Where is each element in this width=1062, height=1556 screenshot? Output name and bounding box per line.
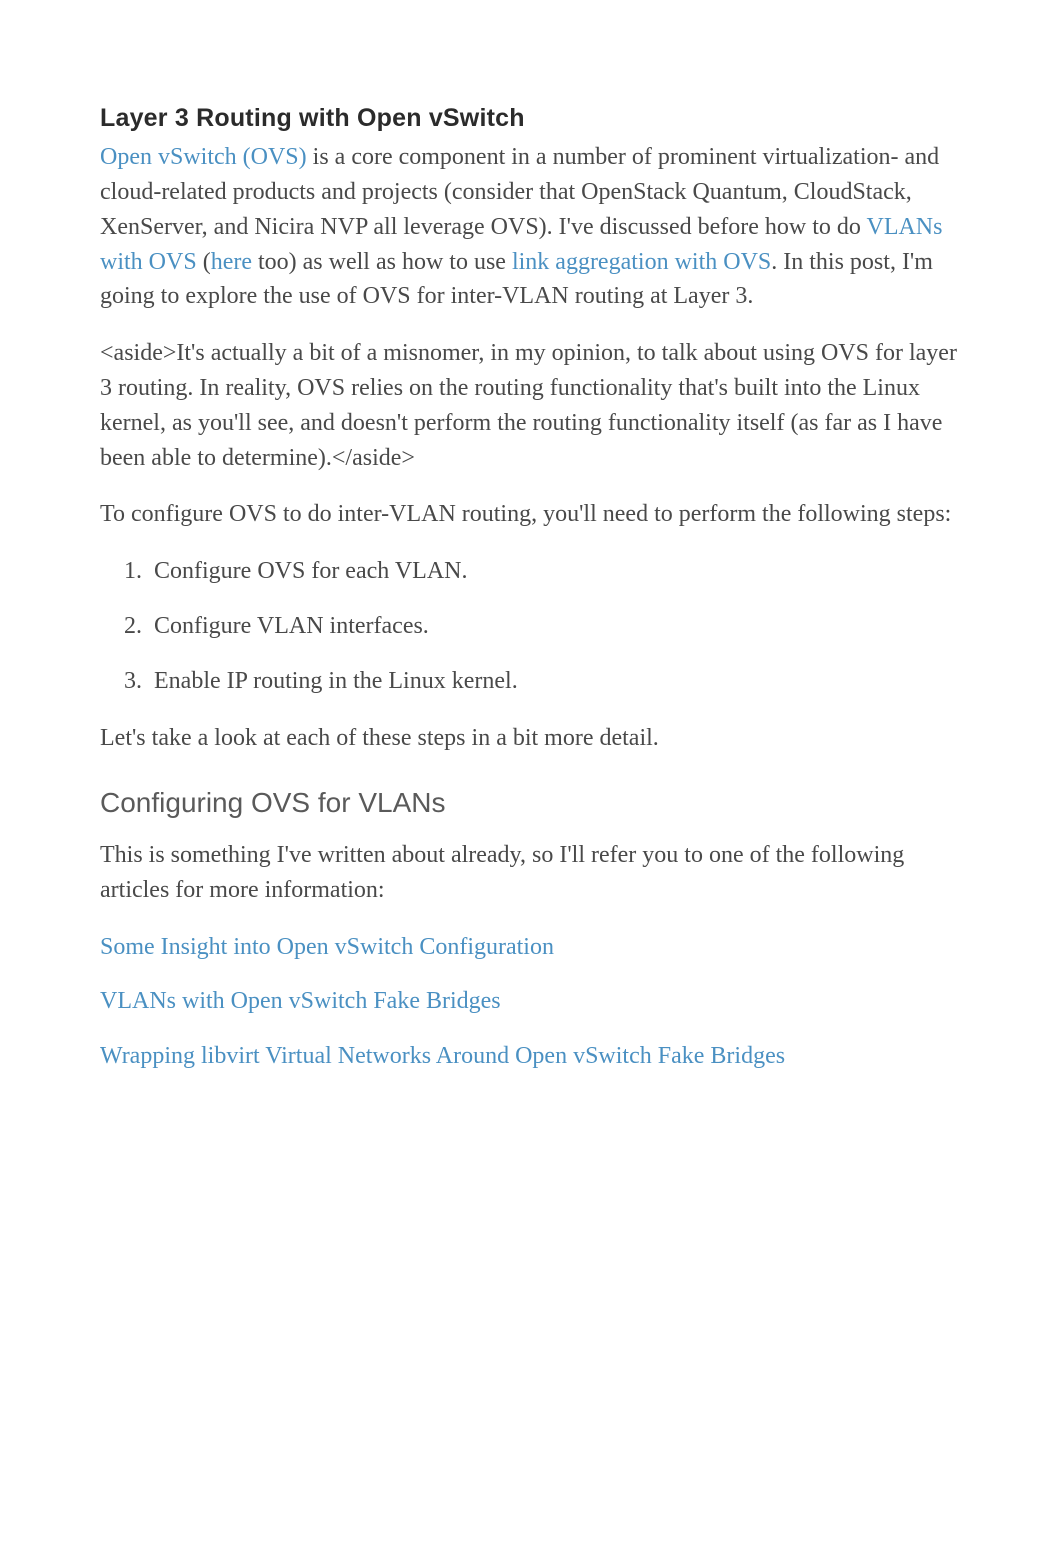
list-item: Configure VLAN interfaces. <box>148 609 972 644</box>
link-aggregation[interactable]: link aggregation with OVS <box>512 249 771 275</box>
section-intro: This is something I've written about alr… <box>100 838 972 908</box>
ref-link-fake-bridges[interactable]: VLANs with Open vSwitch Fake Bridges <box>100 988 501 1014</box>
lead-paragraph: Open vSwitch (OVS) is a core component i… <box>100 140 972 314</box>
lead-text-3: too) as well as how to use <box>252 249 512 275</box>
ref-link-1-wrapper: Some Insight into Open vSwitch Configura… <box>100 930 972 965</box>
ref-link-2-wrapper: VLANs with Open vSwitch Fake Bridges <box>100 984 972 1019</box>
steps-list: Configure OVS for each VLAN. Configure V… <box>100 554 972 698</box>
section-heading: Configuring OVS for VLANs <box>100 783 972 824</box>
ref-link-insight[interactable]: Some Insight into Open vSwitch Configura… <box>100 934 554 960</box>
list-item: Configure OVS for each VLAN. <box>148 554 972 589</box>
closer-line: Let's take a look at each of these steps… <box>100 721 972 756</box>
page-title: Layer 3 Routing with Open vSwitch <box>100 100 972 136</box>
ref-link-3-wrapper: Wrapping libvirt Virtual Networks Around… <box>100 1039 972 1074</box>
link-ovs[interactable]: Open vSwitch (OVS) <box>100 144 307 170</box>
steps-intro: To configure OVS to do inter-VLAN routin… <box>100 497 972 532</box>
list-item: Enable IP routing in the Linux kernel. <box>148 664 972 699</box>
link-here[interactable]: here <box>211 249 252 275</box>
aside-paragraph: <aside>It's actually a bit of a misnomer… <box>100 336 972 475</box>
lead-text-2: ( <box>197 249 211 275</box>
ref-link-libvirt[interactable]: Wrapping libvirt Virtual Networks Around… <box>100 1043 785 1069</box>
